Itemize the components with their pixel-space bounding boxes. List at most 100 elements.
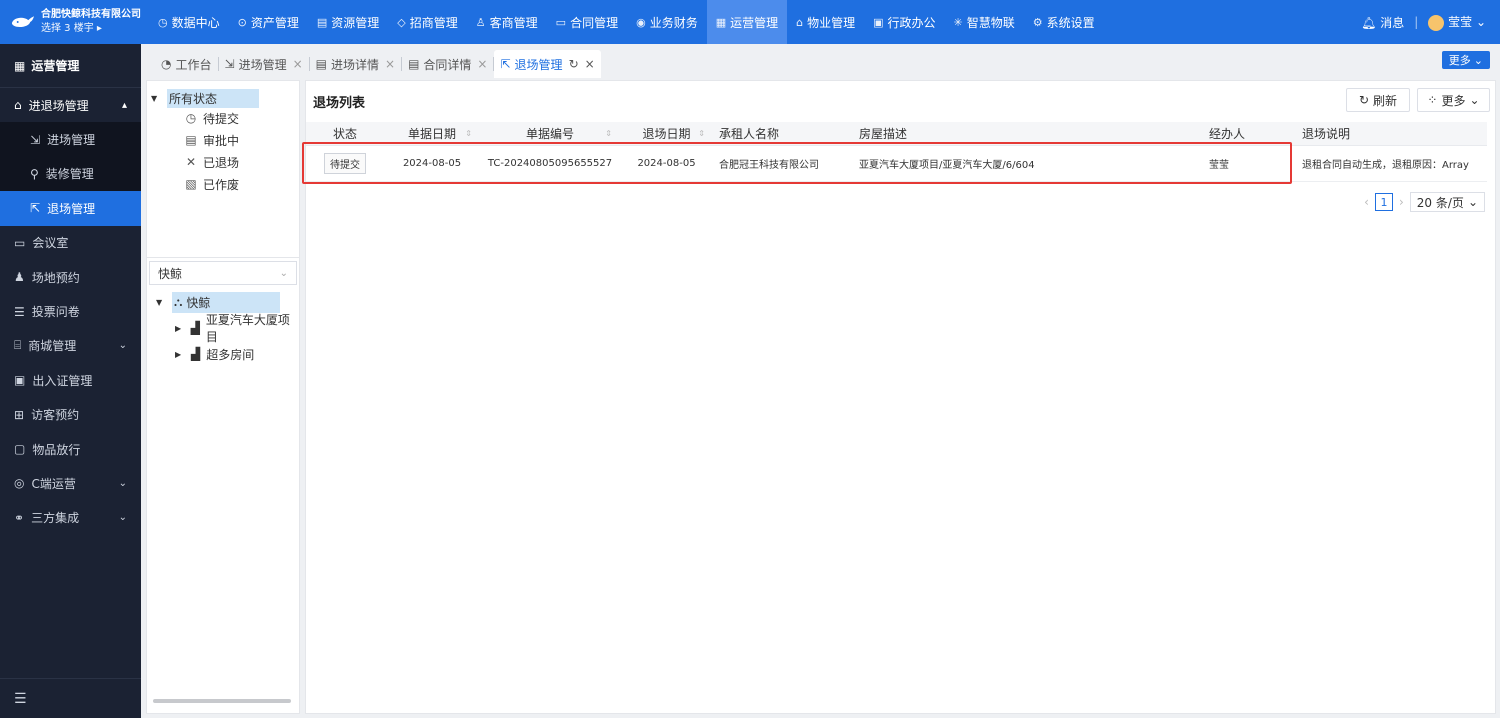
- chevron-down-icon: ⌄: [1469, 93, 1480, 107]
- caret-right-icon[interactable]: ▶: [175, 350, 185, 359]
- chevron-down-icon: ⌄: [279, 267, 288, 279]
- prev-page-icon[interactable]: ‹: [1364, 195, 1369, 209]
- sort-icon[interactable]: ⇕: [698, 129, 705, 138]
- brand[interactable]: 合肥快鲸科技有限公司 选择 3 楼宇 ▸: [0, 0, 141, 44]
- sidebar-item-visitor[interactable]: ⊞ 访客预约: [0, 398, 141, 432]
- entry-icon: ⇲: [30, 132, 41, 147]
- close-icon[interactable]: ×: [585, 57, 595, 71]
- caret-down-icon[interactable]: ▼: [156, 298, 166, 307]
- close-icon[interactable]: ×: [385, 57, 395, 71]
- close-icon[interactable]: ×: [293, 57, 303, 71]
- tab-exit-management[interactable]: ⇱ 退场管理 ↻ ×: [494, 50, 601, 78]
- sidebar-item-label: 会议室: [32, 236, 69, 251]
- org-select[interactable]: 快鲸 ⌄: [149, 261, 297, 285]
- tab-entry-management[interactable]: ⇲ 进场管理 ×: [219, 50, 309, 78]
- nav-resource[interactable]: ▤ 资源管理: [308, 0, 388, 44]
- nav-data-center[interactable]: ◷ 数据中心: [149, 0, 229, 44]
- nav-admin-office[interactable]: ▣ 行政办公: [864, 0, 944, 44]
- status-tree-root[interactable]: ▼ 所有状态: [151, 88, 299, 108]
- cell-room: 亚夏汽车大厦项目/亚夏汽车大厦/6/604: [859, 160, 1035, 171]
- column-label: 单据编号: [525, 127, 574, 141]
- cell-note: 退租合同自动生成，退租原因：Array: [1302, 160, 1469, 171]
- more-actions-button[interactable]: ⁘ 更多 ⌄: [1417, 88, 1490, 112]
- sidebar-item-c-operations[interactable]: ◎ C端运营 ⌄: [0, 466, 141, 500]
- box-icon: ▢: [14, 442, 26, 457]
- nav-operations[interactable]: ▦ 运营管理: [706, 0, 788, 44]
- status-label: 已作废: [203, 177, 240, 192]
- coin-icon: ◉: [636, 15, 646, 29]
- org-node-label: 亚夏汽车大厦项目: [205, 313, 290, 344]
- sidebar-item-pass[interactable]: ▣ 出入证管理: [0, 363, 141, 397]
- nav-property[interactable]: ⌂ 物业管理: [787, 0, 864, 44]
- col-tenant[interactable]: 承租人名称: [713, 125, 853, 142]
- sidebar-item-exit[interactable]: ⇱ 退场管理: [0, 191, 141, 226]
- refresh-button[interactable]: ↻ 刷新: [1346, 88, 1410, 112]
- sidebar-item-vote[interactable]: ☰ 投票问卷: [0, 294, 141, 328]
- col-handler[interactable]: 经办人: [1203, 125, 1296, 142]
- col-status[interactable]: 状态: [306, 125, 384, 142]
- page-number[interactable]: 1: [1374, 193, 1393, 211]
- nav-iot[interactable]: ✳ 智慧物联: [945, 0, 1024, 44]
- nav-settings[interactable]: ⚙ 系统设置: [1024, 0, 1104, 44]
- user-menu[interactable]: 莹莹 ⌄: [1428, 13, 1486, 31]
- nav-asset[interactable]: ⊙ 资产管理: [229, 0, 308, 44]
- col-doc-no[interactable]: 单据编号 ⇕: [480, 125, 620, 142]
- tab-entry-detail[interactable]: ▤ 进场详情 ×: [310, 50, 401, 78]
- messages-button[interactable]: 🔔︎ 消息: [1361, 14, 1404, 31]
- nav-finance[interactable]: ◉ 业务财务: [627, 0, 707, 44]
- col-note[interactable]: 退场说明: [1296, 125, 1481, 142]
- page-size-select[interactable]: 20 条/页 ⌄: [1409, 192, 1485, 212]
- nav-label: 客商管理: [489, 15, 538, 30]
- tabs-more-button[interactable]: 更多 ⌄: [1441, 51, 1490, 69]
- sort-icon[interactable]: ⇕: [465, 129, 472, 138]
- sidebar-item-label: 物品放行: [32, 442, 81, 457]
- sidebar-group-entry-exit[interactable]: ⌂ 进退场管理 ▴: [0, 88, 141, 122]
- sidebar-item-mall[interactable]: ⌸ 商城管理 ⌄: [0, 329, 141, 363]
- building-selector[interactable]: 选择 3 楼宇 ▸: [41, 22, 141, 36]
- visitor-icon: ⊞: [14, 407, 25, 422]
- nav-customer[interactable]: ♙ 客商管理: [467, 0, 547, 44]
- status-approving[interactable]: ▤ 审批中: [147, 129, 299, 151]
- status-pending[interactable]: ◷ 待提交: [147, 107, 299, 129]
- refresh-icon[interactable]: ↻: [569, 57, 579, 71]
- sidebar-item-goods-release[interactable]: ▢ 物品放行: [0, 432, 141, 466]
- dashboard-icon: ◔: [161, 57, 172, 71]
- tab-label: 合同详情: [423, 57, 472, 72]
- home-icon: ⌂: [14, 98, 22, 113]
- sidebar-item-meeting-room[interactable]: ▭ 会议室: [0, 226, 141, 260]
- table-row[interactable]: 待提交 2024-08-05 TC-20240805095655527 2024…: [306, 146, 1487, 182]
- sidebar-item-decoration[interactable]: ⚲ 装修管理: [0, 157, 141, 191]
- col-doc-date[interactable]: 单据日期 ⇕: [384, 125, 480, 142]
- caret-down-icon[interactable]: ▼: [151, 94, 161, 103]
- cell-doc-no[interactable]: TC-20240805095655527: [480, 158, 620, 169]
- col-room[interactable]: 房屋描述: [853, 125, 1203, 142]
- col-exit-date[interactable]: 退场日期 ⇕: [620, 125, 713, 142]
- nav-contract[interactable]: ▭ 合同管理: [547, 0, 627, 44]
- nav-label: 资源管理: [331, 15, 380, 30]
- status-voided[interactable]: ▧ 已作废: [147, 173, 299, 195]
- chevron-down-icon: ⌄: [1467, 195, 1478, 209]
- status-exited[interactable]: ✕ 已退场: [147, 151, 299, 173]
- org-select-value: 快鲸: [158, 266, 183, 281]
- sidebar-item-label: 投票问卷: [31, 305, 80, 320]
- building-icon: ▟: [191, 347, 201, 361]
- sidebar-item-venue-booking[interactable]: ♟ 场地预约: [0, 260, 141, 294]
- org-root-label: 快鲸: [186, 295, 211, 310]
- collapse-sidebar-button[interactable]: ☰: [0, 678, 141, 718]
- tab-contract-detail[interactable]: ▤ 合同详情 ×: [402, 50, 493, 78]
- sidebar-item-entry[interactable]: ⇲ 进场管理: [0, 122, 141, 156]
- tab-label: 进场详情: [330, 57, 379, 72]
- nav-investment[interactable]: ◇ 招商管理: [388, 0, 466, 44]
- sort-icon[interactable]: ⇕: [605, 129, 612, 138]
- org-tree-node[interactable]: ▶ ▟ 亚夏汽车大厦项目: [147, 313, 299, 344]
- more-label: 更多: [1448, 54, 1471, 67]
- column-label: 状态: [332, 127, 357, 141]
- void-icon: ▧: [185, 177, 197, 191]
- caret-right-icon[interactable]: ▶: [175, 324, 185, 333]
- tab-workbench[interactable]: ◔ 工作台: [155, 50, 218, 78]
- horizontal-scrollbar[interactable]: [153, 699, 291, 703]
- close-icon[interactable]: ×: [477, 57, 487, 71]
- page-title: 退场列表: [313, 96, 366, 111]
- sidebar-item-third-party[interactable]: ⚭ 三方集成 ⌄: [0, 501, 141, 535]
- next-page-icon[interactable]: ›: [1399, 195, 1404, 209]
